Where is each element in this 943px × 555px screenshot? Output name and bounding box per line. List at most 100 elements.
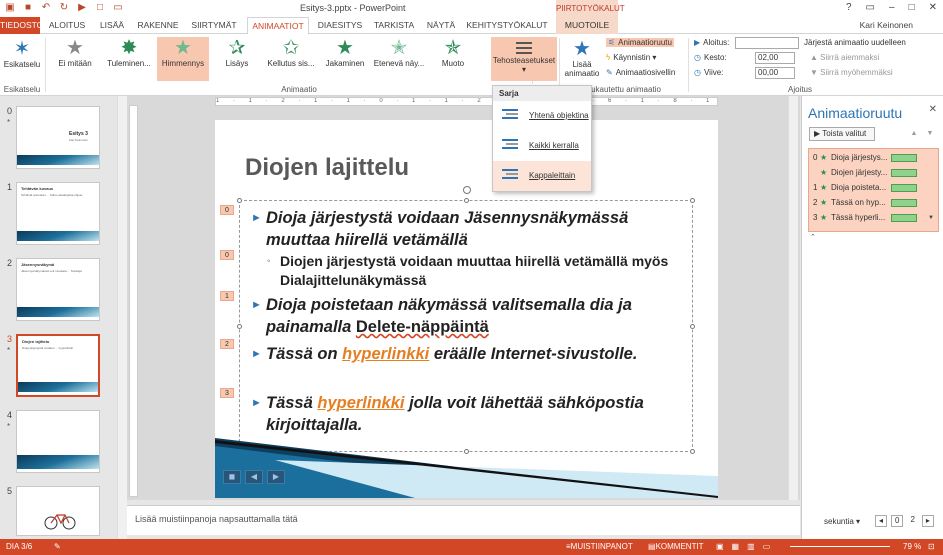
animation-pane-button[interactable]: ⚟ Animaatioruutu xyxy=(606,38,674,47)
duration-field[interactable]: 02,00 xyxy=(755,52,795,64)
animation-item[interactable]: 2 ★ Tässä on hyp... xyxy=(809,196,940,210)
animation-item[interactable]: 0 ★ Dioja järjestys... xyxy=(809,151,940,165)
animation-tag[interactable]: 1 xyxy=(220,291,234,301)
move-earlier-button[interactable]: ▲ Siirrä aiemmaksi xyxy=(810,53,879,62)
hyperlink-web[interactable]: hyperlinkki xyxy=(342,345,429,363)
tab-view[interactable]: NÄYTÄ xyxy=(423,17,459,34)
seconds-dropdown[interactable]: sekuntia ▾ xyxy=(824,517,860,526)
zoom-level[interactable]: 79 % xyxy=(903,539,921,555)
pager-to: 2 xyxy=(910,515,915,524)
trigger-button[interactable]: ϟ Käynnistin ▾ xyxy=(606,53,656,62)
slide-canvas[interactable]: Diojen lajittelu ► Dioja järjestystä voi… xyxy=(215,120,718,498)
start-select[interactable] xyxy=(735,37,799,49)
nav-forward-button[interactable]: ▶ xyxy=(267,470,285,484)
app-icon[interactable]: ▣ xyxy=(4,2,16,14)
preview-button[interactable]: ✶ Esikatselu xyxy=(2,38,42,69)
slide-thumbnail-0[interactable]: Esitys 3 Kari Keinonen xyxy=(16,106,100,169)
anim-split[interactable]: ★ Jakaminen xyxy=(319,37,371,81)
animation-tag[interactable]: 0 xyxy=(220,205,234,215)
pager-prev[interactable]: ◂ xyxy=(875,515,888,527)
chevron-down-icon[interactable]: ▼ xyxy=(928,211,934,225)
animation-tag[interactable]: 3 xyxy=(220,388,234,398)
pager-next[interactable]: ▸ xyxy=(921,515,934,527)
from-beginning-icon[interactable]: ▶ xyxy=(76,2,88,14)
open-icon[interactable]: ▭ xyxy=(112,2,124,14)
move-later-button[interactable]: ▼ Siirrä myöhemmäksi xyxy=(810,68,893,77)
undo-icon[interactable]: ↶ xyxy=(40,2,52,14)
new-icon[interactable]: □ xyxy=(94,2,106,14)
help-button[interactable]: ? xyxy=(846,2,852,13)
slide-title[interactable]: Diojen lajittelu xyxy=(245,154,409,182)
bullet-2[interactable]: ► Dioja poistetaan näkymässä valitsemall… xyxy=(251,294,691,338)
resize-handle[interactable] xyxy=(690,198,695,203)
user-name[interactable]: Kari Keinonen xyxy=(860,20,913,30)
slide-thumbnail-5[interactable] xyxy=(16,486,100,536)
save-icon[interactable]: ■ xyxy=(22,2,34,14)
play-selected-button[interactable]: ▶ Toista valitut xyxy=(809,127,875,141)
effect-options-button[interactable]: Tehosteasetukset ▾ xyxy=(491,37,557,81)
tab-transitions[interactable]: SIIRTYMÄT xyxy=(188,17,240,34)
delay-field[interactable]: 00,00 xyxy=(755,67,795,79)
editor-scrollbar[interactable] xyxy=(788,96,798,500)
animation-item[interactable]: 3 ★ Tässä hyperli... ▼ xyxy=(809,211,940,225)
all-at-once-option[interactable]: Kaikki kerralla xyxy=(493,131,591,161)
animation-tag[interactable]: 2 xyxy=(220,339,234,349)
view-buttons[interactable]: ▣▦▥▭ xyxy=(716,539,778,555)
fit-slide-icon[interactable]: ⊡ xyxy=(928,539,935,555)
animation-tag[interactable]: 0 xyxy=(220,250,234,260)
tab-file[interactable]: TIEDOSTO xyxy=(0,17,43,34)
tab-insert[interactable]: LISÄÄ xyxy=(95,17,129,34)
close-icon[interactable]: ✕ xyxy=(929,104,937,115)
tab-animations[interactable]: ANIMAATIOT xyxy=(247,17,309,34)
tab-developer[interactable]: KEHITYSTYÖKALUT xyxy=(466,17,548,34)
rotate-handle[interactable] xyxy=(463,186,471,194)
move-down-button[interactable]: ▼ xyxy=(924,127,936,141)
animation-painter-button[interactable]: ✎ Animaatiosivellin xyxy=(606,68,675,77)
collapse-icon[interactable]: ⌃ xyxy=(810,233,816,241)
slide-thumbnail-1[interactable]: Tehtävän kuvaus Tehtävät annetaan ... Ka… xyxy=(16,182,100,245)
ribbon-display-button[interactable]: ▭ xyxy=(866,2,875,13)
animation-item[interactable]: ★ Diojen järjesty... xyxy=(809,166,940,180)
by-paragraph-option[interactable]: Kappaleittain xyxy=(493,161,591,191)
bullet-4[interactable]: ► Tässä hyperlinkki jolla voit lähettää … xyxy=(251,392,691,436)
resize-handle[interactable] xyxy=(237,198,242,203)
anim-float-in[interactable]: ✩ Kellutus sis... xyxy=(265,37,317,81)
tab-design[interactable]: RAKENNE xyxy=(135,17,181,34)
close-button[interactable]: ✕ xyxy=(929,2,937,13)
sub-bullet-1[interactable]: ◦ Diojen järjestystä voidaan muuttaa hii… xyxy=(267,252,690,290)
anim-appear[interactable]: ✸ Tuleminen... xyxy=(103,37,155,81)
anim-none[interactable]: ★ Ei mitään xyxy=(49,37,101,81)
minimize-button[interactable]: – xyxy=(889,2,895,13)
anim-wipe[interactable]: ✭ Etenevä näy... xyxy=(373,37,425,81)
animation-item[interactable]: 1 ★ Dioja poistetа... xyxy=(809,181,940,195)
fade-star-icon: ★ xyxy=(820,153,828,162)
tab-home[interactable]: ALOITUS xyxy=(46,17,88,34)
thumbnails-scrollbar[interactable] xyxy=(117,96,127,539)
add-animation-button[interactable]: ★ Lisää animaatio xyxy=(560,38,604,78)
tab-format[interactable]: MUOTOILE xyxy=(556,17,618,34)
resize-handle[interactable] xyxy=(237,324,242,329)
tab-slideshow[interactable]: DIAESITYS xyxy=(315,17,365,34)
maximize-button[interactable]: □ xyxy=(909,2,915,13)
anim-shape[interactable]: ✯ Muoto xyxy=(427,37,479,81)
anim-fade[interactable]: ★ Himmennys xyxy=(157,37,209,81)
spelling-icon[interactable]: ✎ xyxy=(54,539,61,555)
slide-thumbnail-4[interactable] xyxy=(16,410,100,473)
tab-review[interactable]: TARKISTA xyxy=(371,17,417,34)
slide-thumbnail-2[interactable]: Jäsennysnäkymä Jäsennysnäkymässä voit mu… xyxy=(16,258,100,321)
comments-toggle[interactable]: ▤ KOMMENTIT xyxy=(648,539,704,555)
anim-fly-in[interactable]: ✰ Lisäys xyxy=(211,37,263,81)
notes-toggle[interactable]: ≡ MUISTIINPANOT xyxy=(566,539,633,555)
bullet-3[interactable]: ► Tässä on hyperlinkki eräälle Internet-… xyxy=(251,343,691,365)
move-up-button[interactable]: ▲ xyxy=(908,127,920,141)
slide-thumbnail-3[interactable]: Diojen lajittelu Dioja järjestystä voida… xyxy=(16,334,100,397)
redo-icon[interactable]: ↻ xyxy=(58,2,70,14)
as-one-object-option[interactable]: Yhtenä objektina xyxy=(493,101,591,131)
nav-home-button[interactable]: ◼ xyxy=(223,470,241,484)
nav-back-button[interactable]: ◀ xyxy=(245,470,263,484)
bullet-1[interactable]: ► Dioja järjestystä voidaan Jäsennysnäky… xyxy=(251,207,691,251)
notes-pane[interactable]: Lisää muistiinpanoja napsauttamalla tätä xyxy=(127,505,800,535)
hyperlink-email[interactable]: hyperlinkki xyxy=(317,394,404,412)
resize-handle[interactable] xyxy=(464,198,469,203)
zoom-slider[interactable] xyxy=(790,546,890,547)
